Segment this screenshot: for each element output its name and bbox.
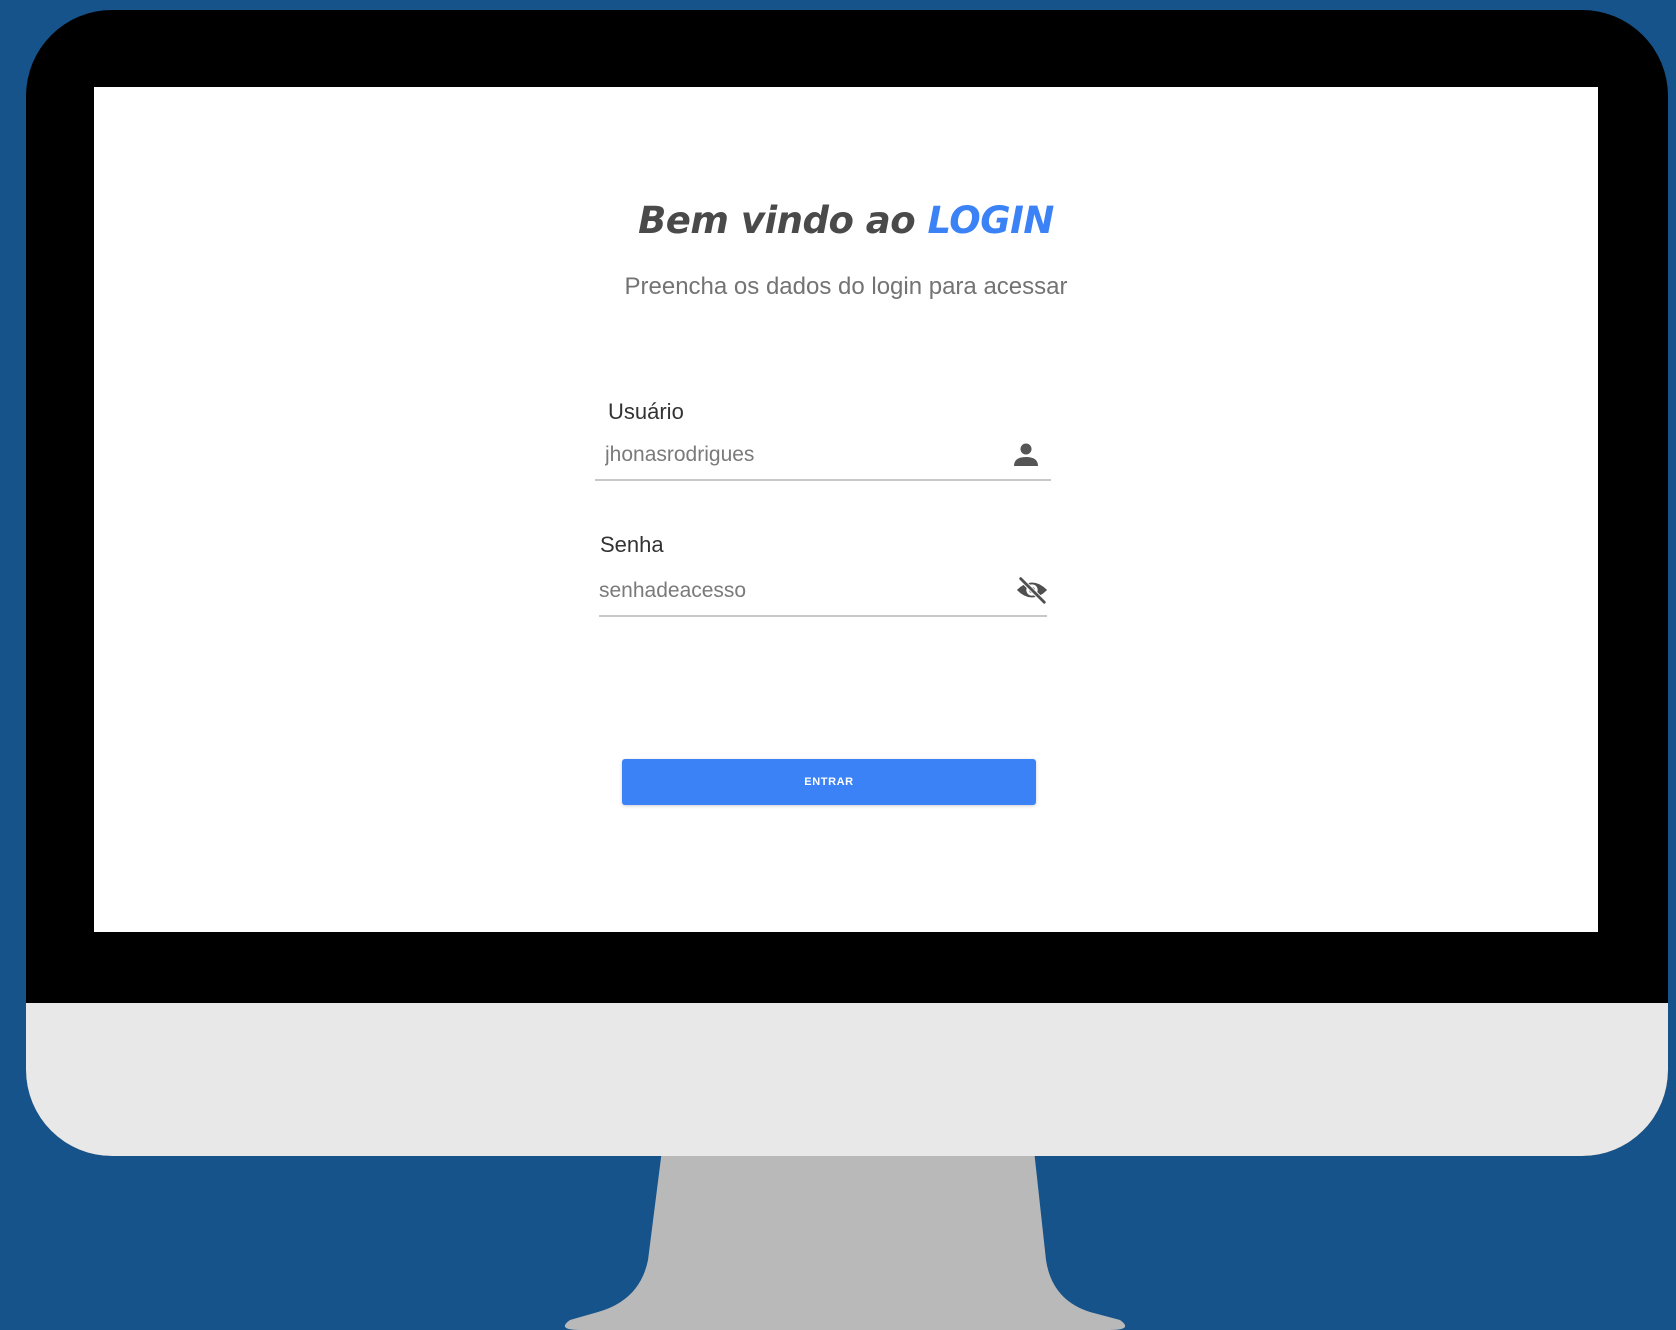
username-input[interactable] bbox=[595, 435, 1051, 475]
title-accent: LOGIN bbox=[927, 199, 1055, 242]
login-button[interactable]: ENTRAR bbox=[622, 759, 1036, 805]
password-input[interactable] bbox=[599, 571, 1047, 611]
username-label: Usuário bbox=[608, 399, 684, 424]
monitor-body: Bem vindo ao LOGIN Preencha os dados do … bbox=[26, 10, 1668, 1156]
screen: Bem vindo ao LOGIN Preencha os dados do … bbox=[94, 87, 1598, 932]
title-prefix: Bem vindo ao bbox=[638, 199, 928, 242]
monitor-chin bbox=[26, 1003, 1668, 1156]
page-title: Bem vindo ao LOGIN bbox=[94, 199, 1598, 242]
page-subtitle: Preencha os dados do login para acessar bbox=[624, 273, 1068, 300]
username-field-container bbox=[595, 435, 1051, 481]
password-label: Senha bbox=[600, 532, 664, 557]
user-icon bbox=[1009, 439, 1043, 469]
eye-off-icon[interactable] bbox=[1015, 575, 1049, 605]
password-field-container bbox=[599, 571, 1049, 617]
